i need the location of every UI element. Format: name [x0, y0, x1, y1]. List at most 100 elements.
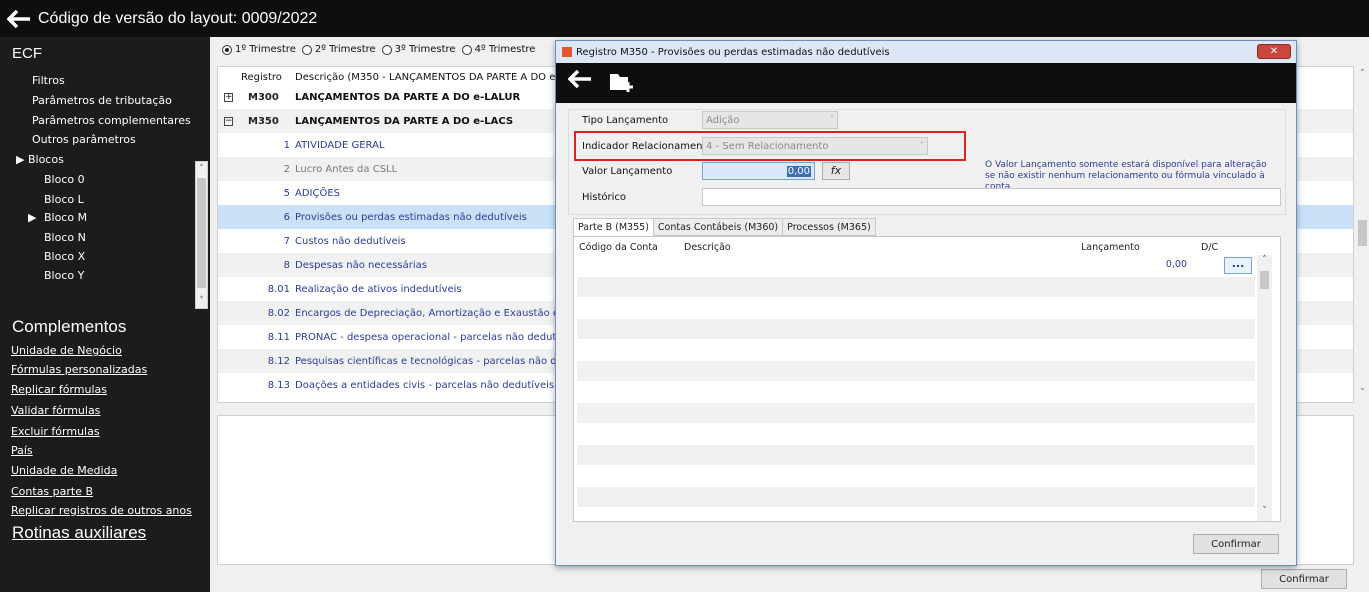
table-row[interactable]: [577, 466, 1255, 486]
row-desc: Despesas não necessárias: [295, 259, 427, 271]
expand-triangle-icon: ▶: [16, 153, 25, 166]
historico-input[interactable]: [702, 188, 1281, 206]
sidebar-item-blocos[interactable]: ▶ Blocos: [16, 153, 64, 166]
lancamento-value: 0,00: [1165, 259, 1187, 270]
table-header: Código da Conta Descrição Lançamento D/C: [574, 237, 1257, 255]
table-row[interactable]: 0,00 ...: [577, 255, 1255, 275]
link-formulas-personalizadas[interactable]: Fórmulas personalizadas: [11, 363, 147, 376]
row-desc: Encargos de Depreciação, Amortização e E…: [295, 307, 600, 319]
row-num: 8.13: [267, 379, 290, 391]
new-record-icon[interactable]: [608, 70, 634, 96]
table-row[interactable]: [577, 277, 1255, 297]
historico-label: Histórico: [582, 192, 627, 203]
grid-scrollbar[interactable]: ˄ ˅: [1356, 66, 1369, 403]
scroll-up-icon[interactable]: ˄: [1257, 255, 1272, 265]
radio-trimestre-1[interactable]: 1º Trimestre: [222, 44, 296, 55]
table-row[interactable]: [577, 298, 1255, 318]
sidebar-item-bloco-x[interactable]: Bloco X: [44, 250, 85, 263]
radio-trimestre-3[interactable]: 3º Trimestre: [381, 44, 456, 55]
sidebar-item-parametros-complementares[interactable]: Parâmetros complementares: [32, 114, 191, 127]
link-contas-parte-b[interactable]: Contas parte B: [11, 485, 93, 498]
sidebar-item-parametros-tributacao[interactable]: Parâmetros de tributação: [32, 94, 172, 107]
tab-parte-b[interactable]: Parte B (M355): [573, 218, 654, 237]
expand-plus-icon[interactable]: +: [224, 92, 233, 102]
link-excluir-formulas[interactable]: Excluir fórmulas: [11, 425, 100, 438]
rotinas-auxiliares-link[interactable]: Rotinas auxiliares: [12, 523, 146, 543]
sidebar-item-bloco-m-label: Bloco M: [43, 211, 88, 224]
scroll-down-icon[interactable]: ˅: [196, 294, 207, 308]
sidebar-item-bloco-m[interactable]: ▶ Bloco M: [28, 211, 87, 224]
link-replicar-formulas[interactable]: Replicar fórmulas: [11, 383, 107, 396]
tipo-lancamento-label: Tipo Lançamento: [582, 115, 669, 126]
table-scrollbar[interactable]: ˄ ˅: [1257, 255, 1272, 521]
radio-label: 1º Trimestre: [235, 44, 296, 55]
link-unidade-medida[interactable]: Unidade de Medida: [11, 464, 117, 477]
scroll-down-icon[interactable]: ˅: [1356, 388, 1369, 398]
col-lancamento: Lançamento: [1081, 242, 1140, 253]
registro-dialog: Registro M350 - Provisões ou perdas esti…: [555, 40, 1297, 566]
chevron-down-icon: ˅: [830, 115, 834, 124]
dialog-confirm-button[interactable]: Confirmar: [1193, 534, 1279, 554]
radio-trimestre-2[interactable]: 2º Trimestre: [301, 44, 376, 55]
row-num: 2: [283, 163, 290, 175]
table-row[interactable]: [577, 403, 1255, 423]
row-desc: Doações a entidades civis - parcelas não…: [295, 379, 555, 391]
sidebar-item-bloco-n[interactable]: Bloco N: [44, 231, 86, 244]
table-row[interactable]: [577, 340, 1255, 360]
link-pais[interactable]: País: [11, 444, 33, 457]
row-desc: LANÇAMENTOS DA PARTE A DO e-LALUR: [295, 91, 521, 103]
scroll-down-icon[interactable]: ˅: [1257, 506, 1272, 516]
row-desc: LANÇAMENTOS DA PARTE A DO e-LACS: [295, 115, 514, 127]
blocos-scrollbar[interactable]: ˄ ˅: [195, 161, 208, 309]
confirm-button[interactable]: Confirmar: [1261, 569, 1347, 589]
row-num: 8.01: [267, 283, 290, 295]
sidebar-item-bloco-y[interactable]: Bloco Y: [44, 269, 84, 282]
table-row[interactable]: [577, 319, 1255, 339]
link-validar-formulas[interactable]: Validar fórmulas: [11, 404, 100, 417]
sidebar-item-bloco-0[interactable]: Bloco 0: [44, 173, 85, 186]
dialog-title-bar: Registro M350 - Provisões ou perdas esti…: [556, 41, 1296, 63]
row-desc: Lucro Antes da CSLL: [295, 163, 398, 175]
tipo-lancamento-value: Adição: [706, 114, 740, 126]
tab-processos[interactable]: Processos (M365): [782, 218, 876, 236]
link-replicar-registros[interactable]: Replicar registros de outros anos: [11, 504, 192, 517]
row-num: 6: [283, 211, 290, 223]
back-arrow-icon[interactable]: [2, 0, 36, 37]
col-codigo-conta: Código da Conta: [579, 242, 658, 253]
ellipsis-button[interactable]: ...: [1224, 257, 1252, 274]
scrollbar-thumb[interactable]: [1260, 271, 1269, 289]
scrollbar-thumb[interactable]: [1358, 220, 1367, 246]
close-button[interactable]: ✕: [1257, 44, 1291, 59]
complementos-heading: Complementos: [12, 317, 127, 336]
table-row[interactable]: [577, 382, 1255, 402]
indicador-relacionamento-value: 4 - Sem Relacionamento: [706, 140, 829, 152]
formula-button[interactable]: fx: [822, 162, 850, 180]
collapse-minus-icon[interactable]: −: [224, 116, 233, 126]
valor-lancamento-label: Valor Lançamento: [582, 166, 673, 177]
sidebar-item-bloco-l[interactable]: Bloco L: [44, 193, 84, 206]
row-num: 5: [283, 187, 290, 199]
sidebar-item-filtros[interactable]: Filtros: [32, 74, 65, 87]
expand-triangle-icon: ▶: [28, 211, 37, 224]
radio-label: 4º Trimestre: [474, 44, 536, 55]
table-row[interactable]: [577, 445, 1255, 465]
table-row[interactable]: [577, 487, 1255, 507]
scroll-up-icon[interactable]: ˄: [196, 162, 207, 176]
indicador-relacionamento-select: 4 - Sem Relacionamento ˅: [702, 137, 928, 155]
radio-icon: [461, 44, 472, 55]
valor-lancamento-input[interactable]: 0,00: [702, 162, 815, 180]
dialog-title: Registro M350 - Provisões ou perdas esti…: [576, 46, 890, 58]
indicador-relacionamento-label: Indicador Relacionamento: [582, 141, 713, 152]
sidebar: ECF Filtros Parâmetros de tributação Par…: [0, 37, 210, 592]
link-unidade-negocio[interactable]: Unidade de Negócio: [11, 344, 122, 357]
sidebar-item-outros-parametros[interactable]: Outros parâmetros: [32, 133, 136, 146]
scroll-up-icon[interactable]: ˄: [1356, 69, 1369, 79]
tab-contas-contabeis[interactable]: Contas Contábeis (M360): [652, 218, 784, 236]
row-desc: Provisões ou perdas estimadas não dedutí…: [295, 211, 527, 223]
scrollbar-thumb[interactable]: [197, 178, 206, 288]
table-row[interactable]: [577, 361, 1255, 381]
radio-trimestre-4[interactable]: 4º Trimestre: [461, 44, 536, 55]
back-arrow-icon[interactable]: [567, 69, 592, 94]
table-row[interactable]: [577, 424, 1255, 444]
radio-icon: [301, 44, 312, 55]
